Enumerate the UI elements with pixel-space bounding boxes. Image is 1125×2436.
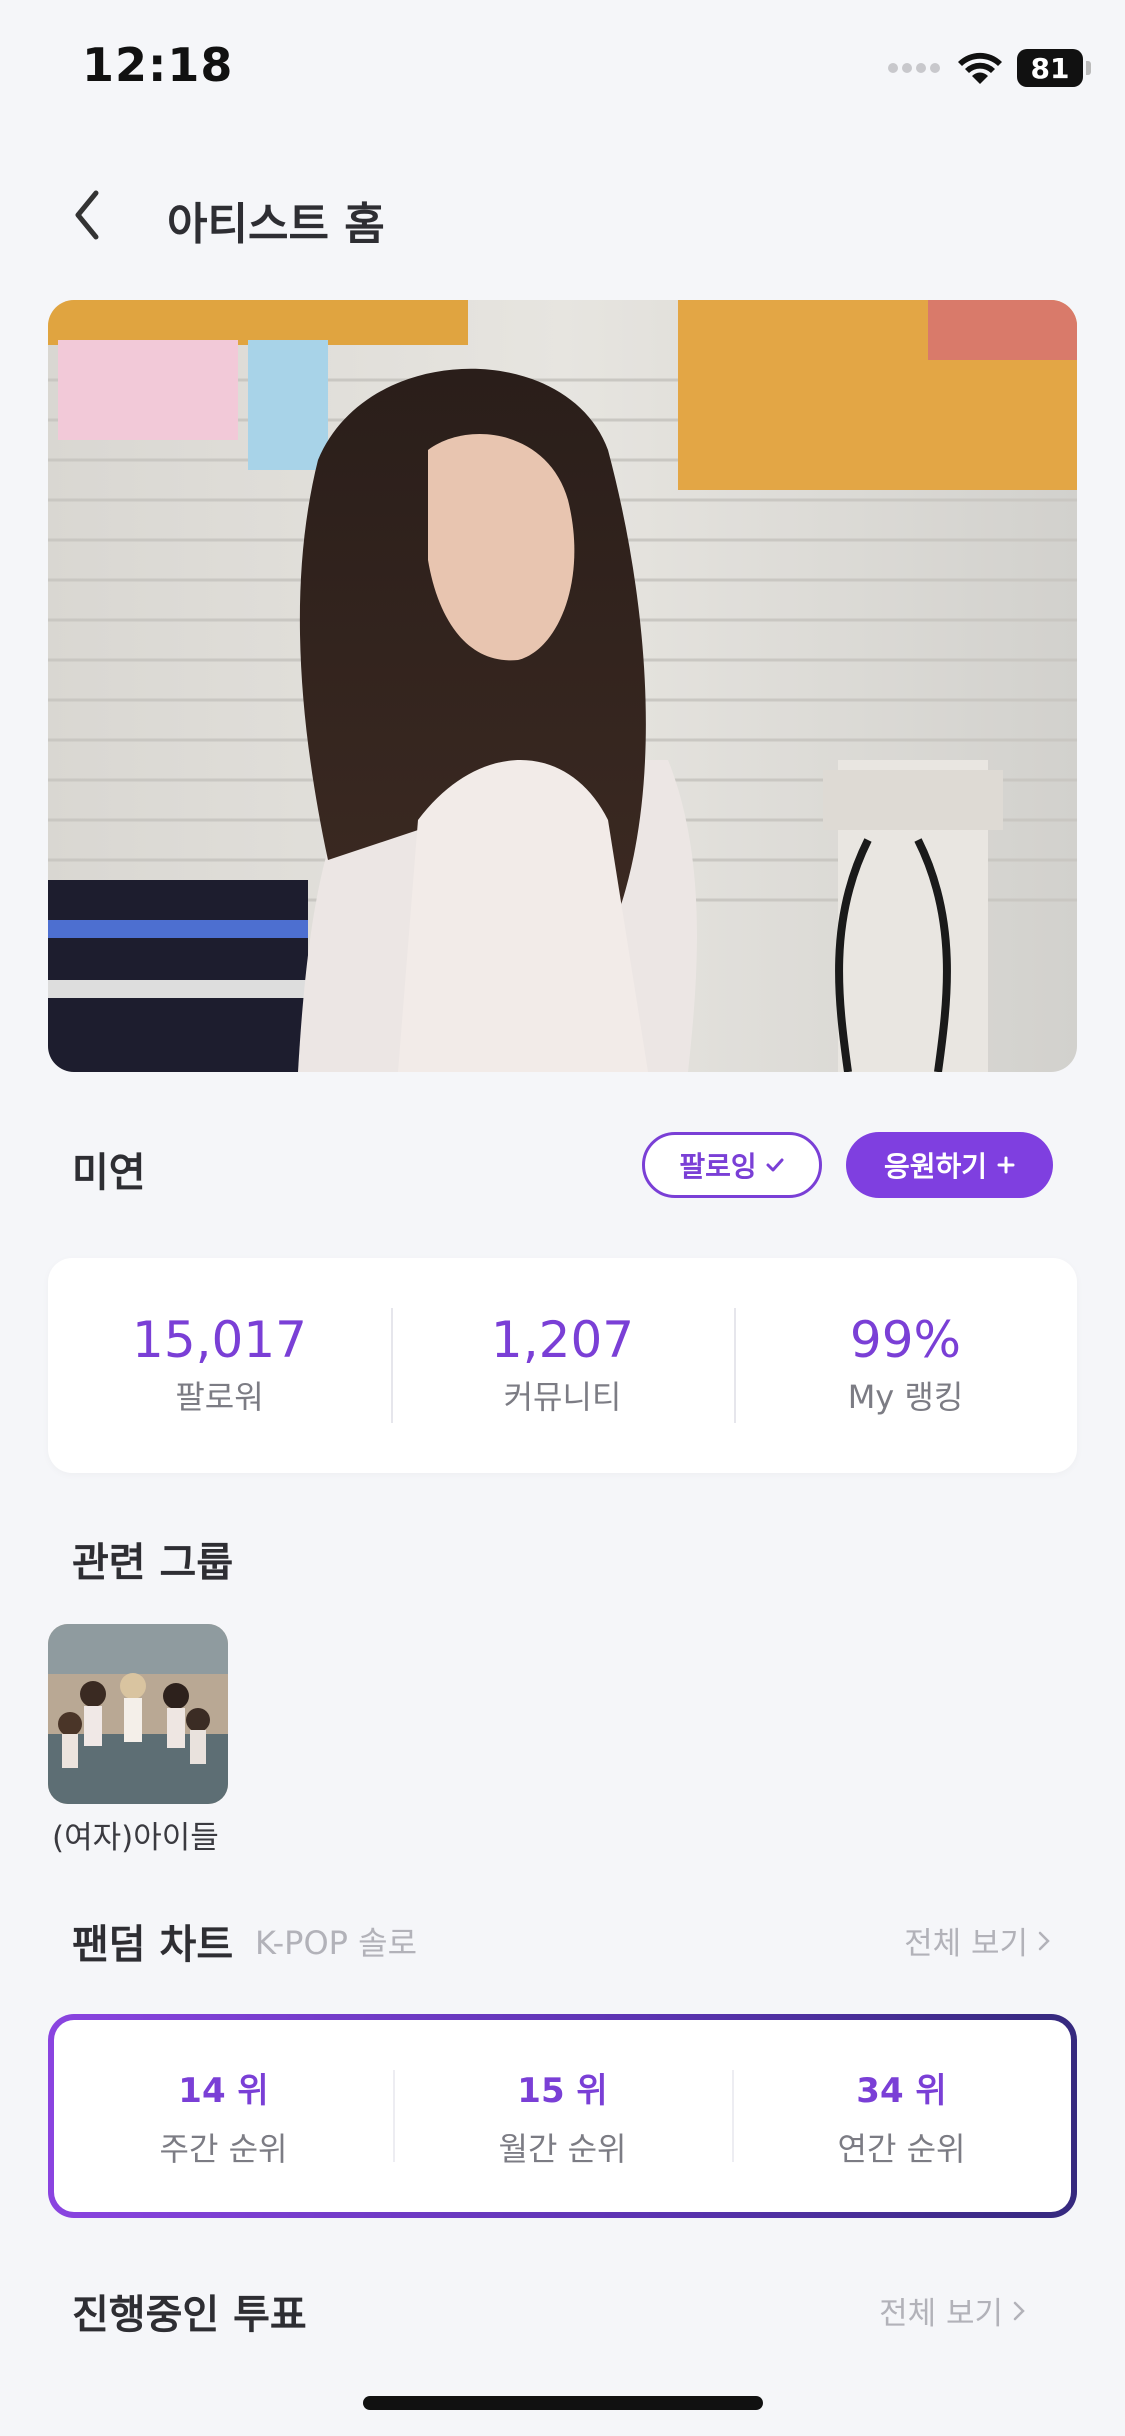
support-button[interactable]: 응원하기 xyxy=(846,1132,1053,1198)
view-all-label: 전체 보기 xyxy=(879,2296,1003,2332)
rank-monthly: 15 위 월간 순위 xyxy=(393,2020,732,2212)
check-icon xyxy=(766,1158,784,1172)
chevron-right-icon xyxy=(1013,2301,1025,2320)
status-time: 12:18 xyxy=(82,38,234,92)
plus-icon xyxy=(997,1156,1015,1174)
fandom-chart-subtitle: K-POP 솔로 xyxy=(255,1924,418,1962)
following-label: 팔로잉 xyxy=(679,1150,757,1183)
signal-dots-icon xyxy=(888,63,940,73)
stat-value: 99% xyxy=(849,1311,962,1369)
rank-value: 15 위 xyxy=(517,2070,608,2111)
fandom-chart-view-all[interactable]: 전체 보기 xyxy=(904,1918,1050,1963)
chevron-right-icon xyxy=(1038,1931,1050,1950)
stat-label: 팔로워 xyxy=(175,1378,264,1416)
stat-my-ranking[interactable]: 99% My 랭킹 xyxy=(734,1258,1077,1473)
group-name[interactable]: (여자)아이들 xyxy=(52,1812,219,1857)
chevron-left-icon xyxy=(75,190,99,240)
page-title: 아티스트 홈 xyxy=(167,199,385,250)
group-photo xyxy=(48,1624,228,1804)
rank-label: 주간 순위 xyxy=(159,2129,288,2168)
stats-card: 15,017 팔로워 1,207 커뮤니티 99% My 랭킹 xyxy=(48,1258,1077,1473)
rank-value: 14 위 xyxy=(178,2070,269,2111)
group-thumbnail[interactable] xyxy=(48,1624,228,1804)
rank-value: 34 위 xyxy=(856,2070,947,2111)
stat-value: 15,017 xyxy=(132,1311,307,1369)
artist-photo xyxy=(48,300,1077,1072)
artist-name: 미연 xyxy=(72,1150,146,1196)
support-label: 응원하기 xyxy=(883,1150,988,1183)
artist-home-screen: 12:18 81 아티스트 홈 미연 팔로잉 응원하기 15,017 팔로워 1… xyxy=(0,0,1125,2436)
battery-level: 81 xyxy=(1030,51,1070,85)
stat-community[interactable]: 1,207 커뮤니티 xyxy=(391,1258,734,1473)
status-icons: 81 xyxy=(887,48,1091,88)
battery-icon: 81 xyxy=(1017,49,1091,87)
stat-label: 커뮤니티 xyxy=(503,1378,622,1416)
rank-label: 월간 순위 xyxy=(498,2129,627,2168)
artist-hero-image xyxy=(48,300,1077,1072)
stat-followers[interactable]: 15,017 팔로워 xyxy=(48,1258,391,1473)
fandom-chart-title: 팬덤 차트 xyxy=(72,1922,234,1968)
view-all-label: 전체 보기 xyxy=(904,1926,1028,1962)
rank-yearly: 34 위 연간 순위 xyxy=(732,2020,1071,2212)
fandom-rank-card[interactable]: 14 위 주간 순위 15 위 월간 순위 34 위 연간 순위 xyxy=(48,2014,1077,2218)
rank-label: 연간 순위 xyxy=(837,2129,966,2168)
votes-view-all[interactable]: 전체 보기 xyxy=(879,2288,1025,2333)
related-group-title: 관련 그룹 xyxy=(72,1540,234,1586)
ongoing-votes-title: 진행중인 투표 xyxy=(72,2292,307,2338)
rank-card-inner: 14 위 주간 순위 15 위 월간 순위 34 위 연간 순위 xyxy=(54,2020,1071,2212)
rank-weekly: 14 위 주간 순위 xyxy=(54,2020,393,2212)
wifi-icon xyxy=(958,52,1002,84)
stat-value: 1,207 xyxy=(490,1311,635,1369)
following-button[interactable]: 팔로잉 xyxy=(642,1132,822,1198)
stat-label: My 랭킹 xyxy=(847,1378,964,1416)
home-indicator[interactable] xyxy=(363,2396,763,2410)
back-button[interactable] xyxy=(52,180,122,250)
